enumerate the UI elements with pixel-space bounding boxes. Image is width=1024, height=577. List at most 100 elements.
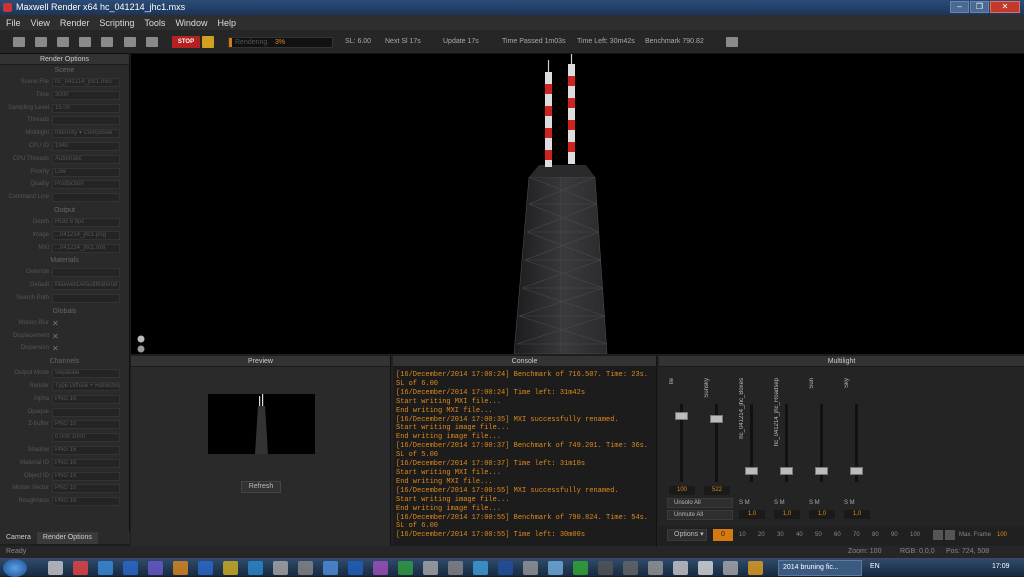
option-value[interactable]: Separate	[52, 369, 120, 379]
options-dropdown[interactable]: Options ▾	[667, 529, 707, 541]
reset-view-icon[interactable]	[137, 335, 145, 343]
menu-view[interactable]: View	[31, 18, 50, 28]
taskbar-app-icon[interactable]	[598, 561, 613, 575]
taskbar-app-icon[interactable]	[723, 561, 738, 575]
channel-slider-knob[interactable]	[675, 412, 688, 421]
channel-value[interactable]: 100	[669, 486, 695, 495]
save-icon[interactable]	[35, 37, 47, 47]
taskbar-app-icon[interactable]	[73, 561, 88, 575]
save-image-icon[interactable]	[124, 37, 136, 47]
taskbar-app-icon[interactable]	[298, 561, 313, 575]
option-value[interactable]: PNG 16	[52, 445, 120, 455]
solo-mute-toggles[interactable]: S M	[774, 500, 785, 506]
taskbar-app-icon[interactable]	[498, 561, 513, 575]
option-value[interactable]	[52, 268, 120, 278]
option-value[interactable]: ✕	[52, 344, 59, 353]
fire-icon[interactable]	[79, 37, 91, 47]
channel-slider-knob[interactable]	[745, 467, 758, 475]
snapshot-icon[interactable]	[726, 37, 738, 47]
taskbar-app-icon[interactable]	[548, 561, 563, 575]
open-icon[interactable]	[13, 37, 25, 47]
taskbar-app-icon[interactable]	[223, 561, 238, 575]
taskbar-app-icon[interactable]	[398, 561, 413, 575]
current-frame-field[interactable]: 0	[713, 529, 733, 541]
menu-window[interactable]: Window	[175, 18, 207, 28]
language-indicator[interactable]: EN	[870, 563, 880, 570]
solo-mute-toggles[interactable]: S M	[809, 500, 820, 506]
menu-help[interactable]: Help	[217, 18, 236, 28]
taskbar-app-icon[interactable]	[98, 561, 113, 575]
minimize-button[interactable]: –	[950, 1, 969, 13]
resume-icon[interactable]	[57, 37, 69, 47]
maximize-button[interactable]: ❐	[970, 1, 989, 13]
channel-intensity[interactable]: 1,0	[739, 510, 765, 519]
taskbar-app-icon[interactable]	[148, 561, 163, 575]
option-value[interactable]	[52, 293, 120, 303]
taskbar-app-icon[interactable]	[698, 561, 713, 575]
render-viewport[interactable]	[131, 54, 1024, 355]
option-value[interactable]: ...041214_jhc1.png	[52, 230, 120, 240]
option-value[interactable]: 15.00	[52, 103, 120, 113]
info-icon[interactable]	[101, 37, 113, 47]
channel-slider-knob[interactable]	[780, 467, 793, 475]
taskbar-app-icon[interactable]	[448, 561, 463, 575]
option-value[interactable]: 3000	[52, 90, 120, 100]
menu-render[interactable]: Render	[60, 18, 90, 28]
option-value[interactable]: 0.000 1000	[52, 433, 120, 443]
tab-camera[interactable]: Camera	[0, 532, 37, 544]
option-value[interactable]: RGB 8 bpc	[52, 217, 120, 227]
menu-tools[interactable]: Tools	[144, 18, 165, 28]
solo-mute-toggles[interactable]: S M	[844, 500, 855, 506]
start-button[interactable]	[3, 559, 27, 577]
channel-slider-knob[interactable]	[815, 467, 828, 475]
option-value[interactable]: PNG 16	[52, 394, 120, 404]
channel-slider-knob[interactable]	[850, 467, 863, 475]
option-value[interactable]: Type Diffuse + Reflection	[52, 381, 120, 391]
channel-value[interactable]: 522	[704, 486, 730, 495]
channel-intensity[interactable]: 1,0	[774, 510, 800, 519]
taskbar-app-icon[interactable]	[523, 561, 538, 575]
taskbar-app-icon[interactable]	[423, 561, 438, 575]
option-value[interactable]: Intensity ▾ Composite	[52, 129, 120, 139]
channel-intensity[interactable]: 1,0	[844, 510, 870, 519]
option-value[interactable]: PNG 16	[52, 484, 120, 494]
refresh-button[interactable]: Refresh	[241, 481, 281, 493]
taskbar-app-icon[interactable]	[473, 561, 488, 575]
option-value[interactable]	[52, 407, 120, 417]
option-value[interactable]: PNG 16	[52, 420, 120, 430]
option-value[interactable]	[52, 193, 120, 203]
taskbar-app-icon[interactable]	[348, 561, 363, 575]
option-value[interactable]: ...041214_jhc1.mxi	[52, 243, 120, 253]
option-value[interactable]: hc_041214_jhc1.mxs	[52, 78, 120, 87]
option-value[interactable]: Low	[52, 167, 120, 177]
channel-intensity[interactable]: 1,0	[809, 510, 835, 519]
play-button[interactable]	[945, 530, 955, 540]
taskbar-app-icon[interactable]	[673, 561, 688, 575]
taskbar-app-icon[interactable]	[48, 561, 63, 575]
taskbar-app-icon[interactable]	[573, 561, 588, 575]
taskbar-app-icon[interactable]	[373, 561, 388, 575]
taskbar-app-icon[interactable]	[248, 561, 263, 575]
option-value[interactable]: PNG 16	[52, 497, 120, 507]
taskbar-app-icon[interactable]	[748, 561, 763, 575]
option-value[interactable]: Automatic	[52, 154, 120, 164]
taskbar-app-icon[interactable]	[173, 561, 188, 575]
menu-scripting[interactable]: Scripting	[99, 18, 134, 28]
option-value[interactable]: PNG 16	[52, 471, 120, 481]
menu-file[interactable]: File	[6, 18, 21, 28]
taskbar-app-icon[interactable]	[198, 561, 213, 575]
stop-button[interactable]: STOP	[172, 36, 200, 48]
option-value[interactable]: Production	[52, 180, 120, 190]
option-value[interactable]: 1940	[52, 141, 120, 151]
clock[interactable]: 17:09	[992, 563, 1010, 570]
taskbar-app-icon[interactable]	[123, 561, 138, 575]
taskbar-app-icon[interactable]	[323, 561, 338, 575]
prev-frame-button[interactable]	[933, 530, 943, 540]
solo-mute-toggles[interactable]: S M	[739, 500, 750, 506]
channel-slider-knob[interactable]	[710, 415, 723, 424]
unsolo-all-button[interactable]: Unsolo All	[667, 498, 733, 508]
taskbar-app-icon[interactable]	[623, 561, 638, 575]
unmute-all-button[interactable]: Unmute All	[667, 510, 733, 520]
taskbar-app-icon[interactable]	[648, 561, 663, 575]
max-frame-value[interactable]: 100	[997, 532, 1007, 538]
